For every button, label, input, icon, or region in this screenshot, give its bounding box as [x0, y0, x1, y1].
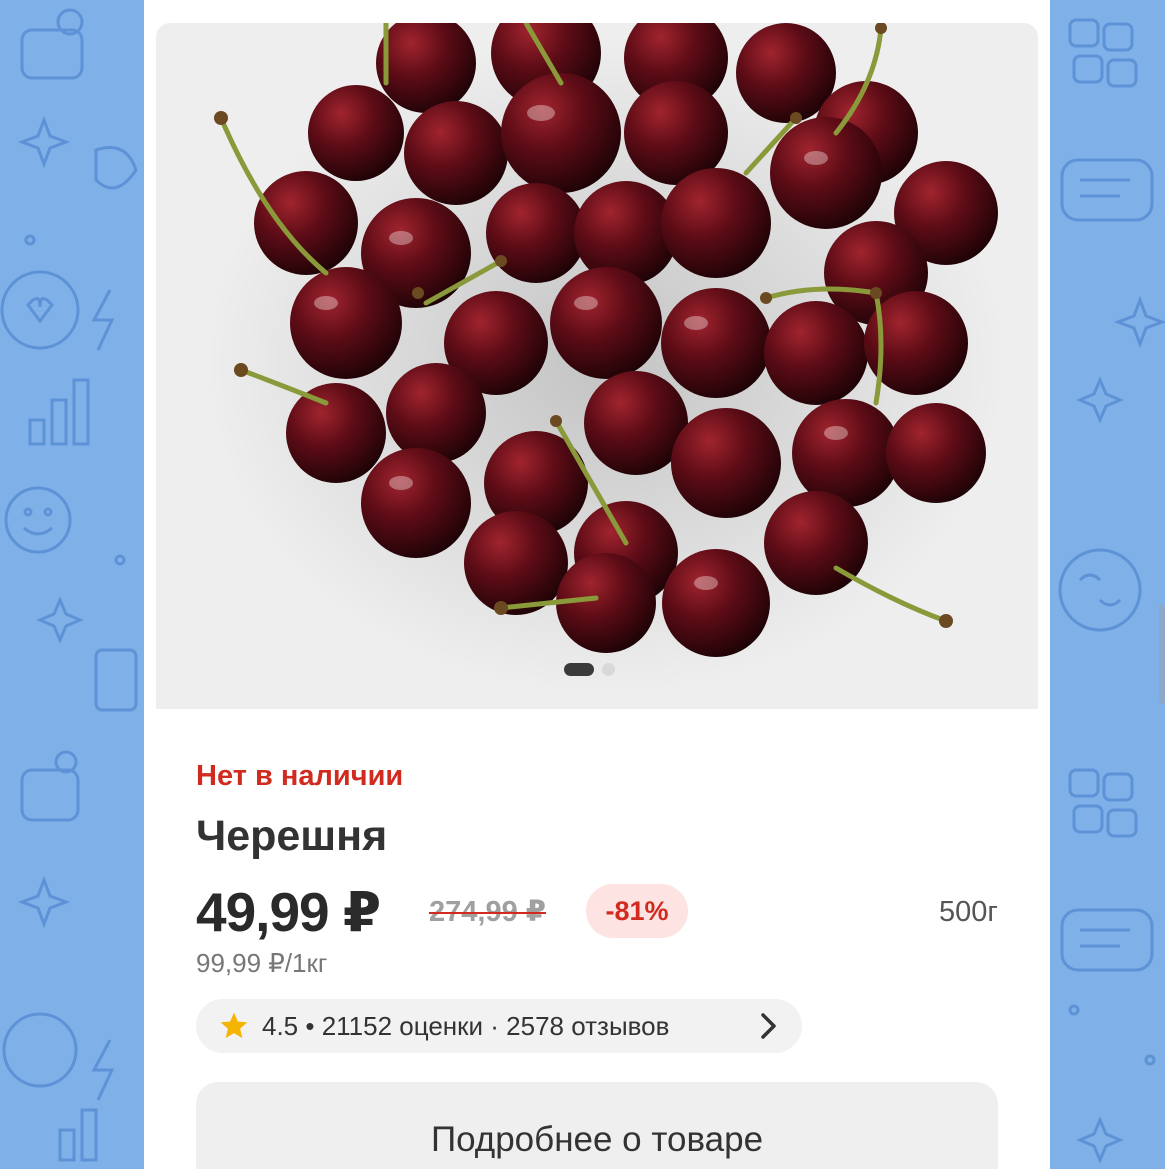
- scrollbar[interactable]: [1159, 604, 1165, 704]
- product-weight: 500г: [939, 896, 998, 928]
- product-details-button[interactable]: Подробнее о товаре: [196, 1082, 998, 1169]
- carousel-dot[interactable]: [602, 663, 615, 676]
- product-image[interactable]: [156, 23, 1038, 709]
- unit-price: 99,99 ₽/1кг: [196, 948, 328, 978]
- discount-badge: -81%: [586, 884, 688, 938]
- product-title: Черешня: [196, 812, 388, 860]
- old-price: 274,99 ₽: [429, 896, 546, 928]
- star-icon: [220, 1012, 248, 1038]
- stock-status: Нет в наличии: [196, 760, 404, 792]
- current-price: 49,99 ₽: [196, 881, 381, 943]
- rating-text: 4.5 • 21152 оценки · 2578 отзывов: [262, 1010, 670, 1041]
- chevron-right-icon: [761, 1013, 776, 1039]
- carousel-indicator[interactable]: [564, 663, 615, 676]
- product-card: Нет в наличии Черешня 49,99 ₽ 274,99 ₽ -…: [144, 0, 1050, 1169]
- cherries-photo-icon: [206, 23, 1006, 693]
- rating-pill[interactable]: 4.5 • 21152 оценки · 2578 отзывов: [196, 999, 802, 1053]
- carousel-dot-active[interactable]: [564, 663, 594, 676]
